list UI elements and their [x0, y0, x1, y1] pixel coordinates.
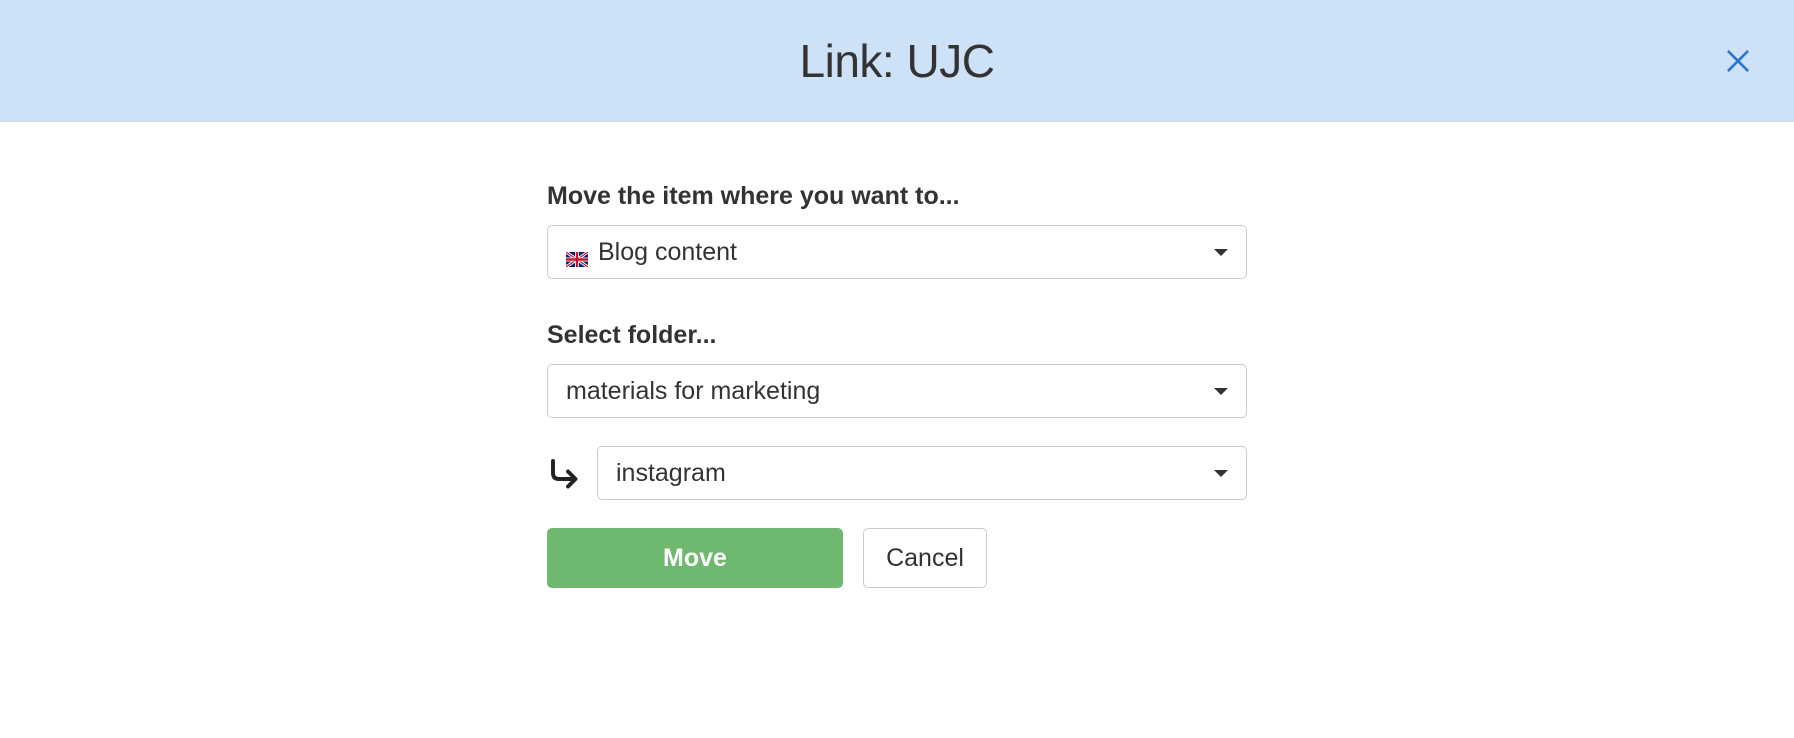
folder-label: Select folder...	[547, 321, 1247, 350]
subfolder-value: instagram	[616, 459, 1214, 488]
dialog-actions: Move Cancel	[547, 528, 1247, 588]
location-select[interactable]: Blog content	[547, 225, 1247, 279]
move-button[interactable]: Move	[547, 528, 843, 588]
close-button[interactable]	[1724, 47, 1752, 75]
folder-value: materials for marketing	[566, 377, 1214, 406]
dialog-content: Move the item where you want to... Blog …	[547, 122, 1247, 588]
uk-flag-icon	[566, 245, 588, 260]
close-icon	[1724, 47, 1752, 75]
location-label: Move the item where you want to...	[547, 182, 1247, 211]
dialog-header: Link: UJC	[0, 0, 1794, 122]
folder-select[interactable]: materials for marketing	[547, 364, 1247, 418]
caret-down-icon	[1214, 388, 1228, 395]
caret-down-icon	[1214, 470, 1228, 477]
sub-arrow-icon	[547, 455, 583, 491]
subfolder-row: instagram	[547, 446, 1247, 500]
cancel-button[interactable]: Cancel	[863, 528, 987, 588]
dialog-title: Link: UJC	[800, 34, 995, 88]
location-value: Blog content	[598, 238, 1214, 267]
caret-down-icon	[1214, 249, 1228, 256]
subfolder-select[interactable]: instagram	[597, 446, 1247, 500]
